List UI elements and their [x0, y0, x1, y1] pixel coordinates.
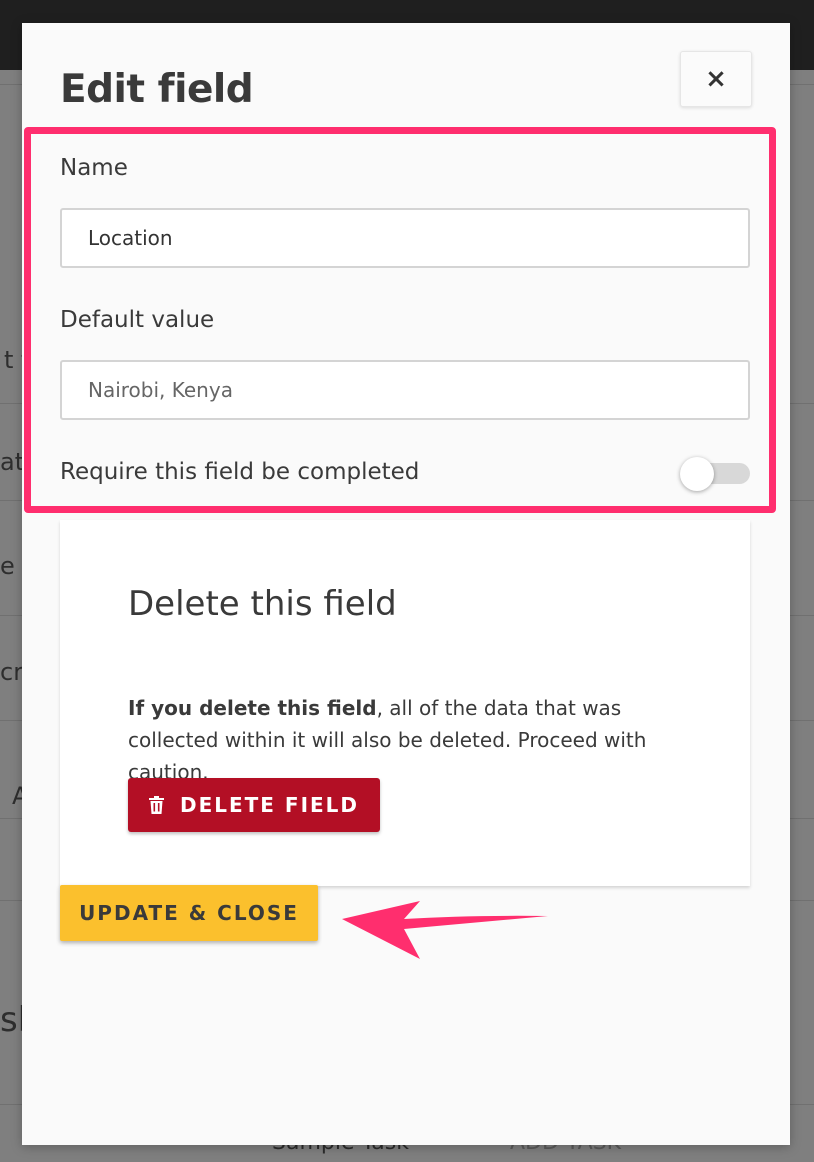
- edit-field-modal: Edit field × Name Default value Require …: [22, 23, 790, 1145]
- update-and-close-button[interactable]: UPDATE & CLOSE: [60, 885, 318, 941]
- delete-warning-text: If you delete this field, all of the dat…: [128, 692, 708, 788]
- delete-section-title: Delete this field: [128, 584, 397, 624]
- delete-field-button[interactable]: DELETE FIELD: [128, 778, 380, 832]
- delete-warning-bold: If you delete this field: [128, 696, 377, 720]
- background-text-fragment: e: [0, 552, 15, 580]
- trash-icon: [148, 796, 164, 814]
- modal-title: Edit field: [60, 67, 254, 112]
- close-icon: ×: [705, 64, 727, 94]
- highlight-annotation: [24, 127, 776, 513]
- close-button[interactable]: ×: [680, 51, 752, 107]
- delete-field-label: DELETE FIELD: [179, 793, 360, 817]
- delete-field-card: Delete this field If you delete this fie…: [60, 520, 750, 886]
- arrow-annotation: [342, 901, 548, 959]
- update-and-close-label: UPDATE & CLOSE: [79, 901, 299, 925]
